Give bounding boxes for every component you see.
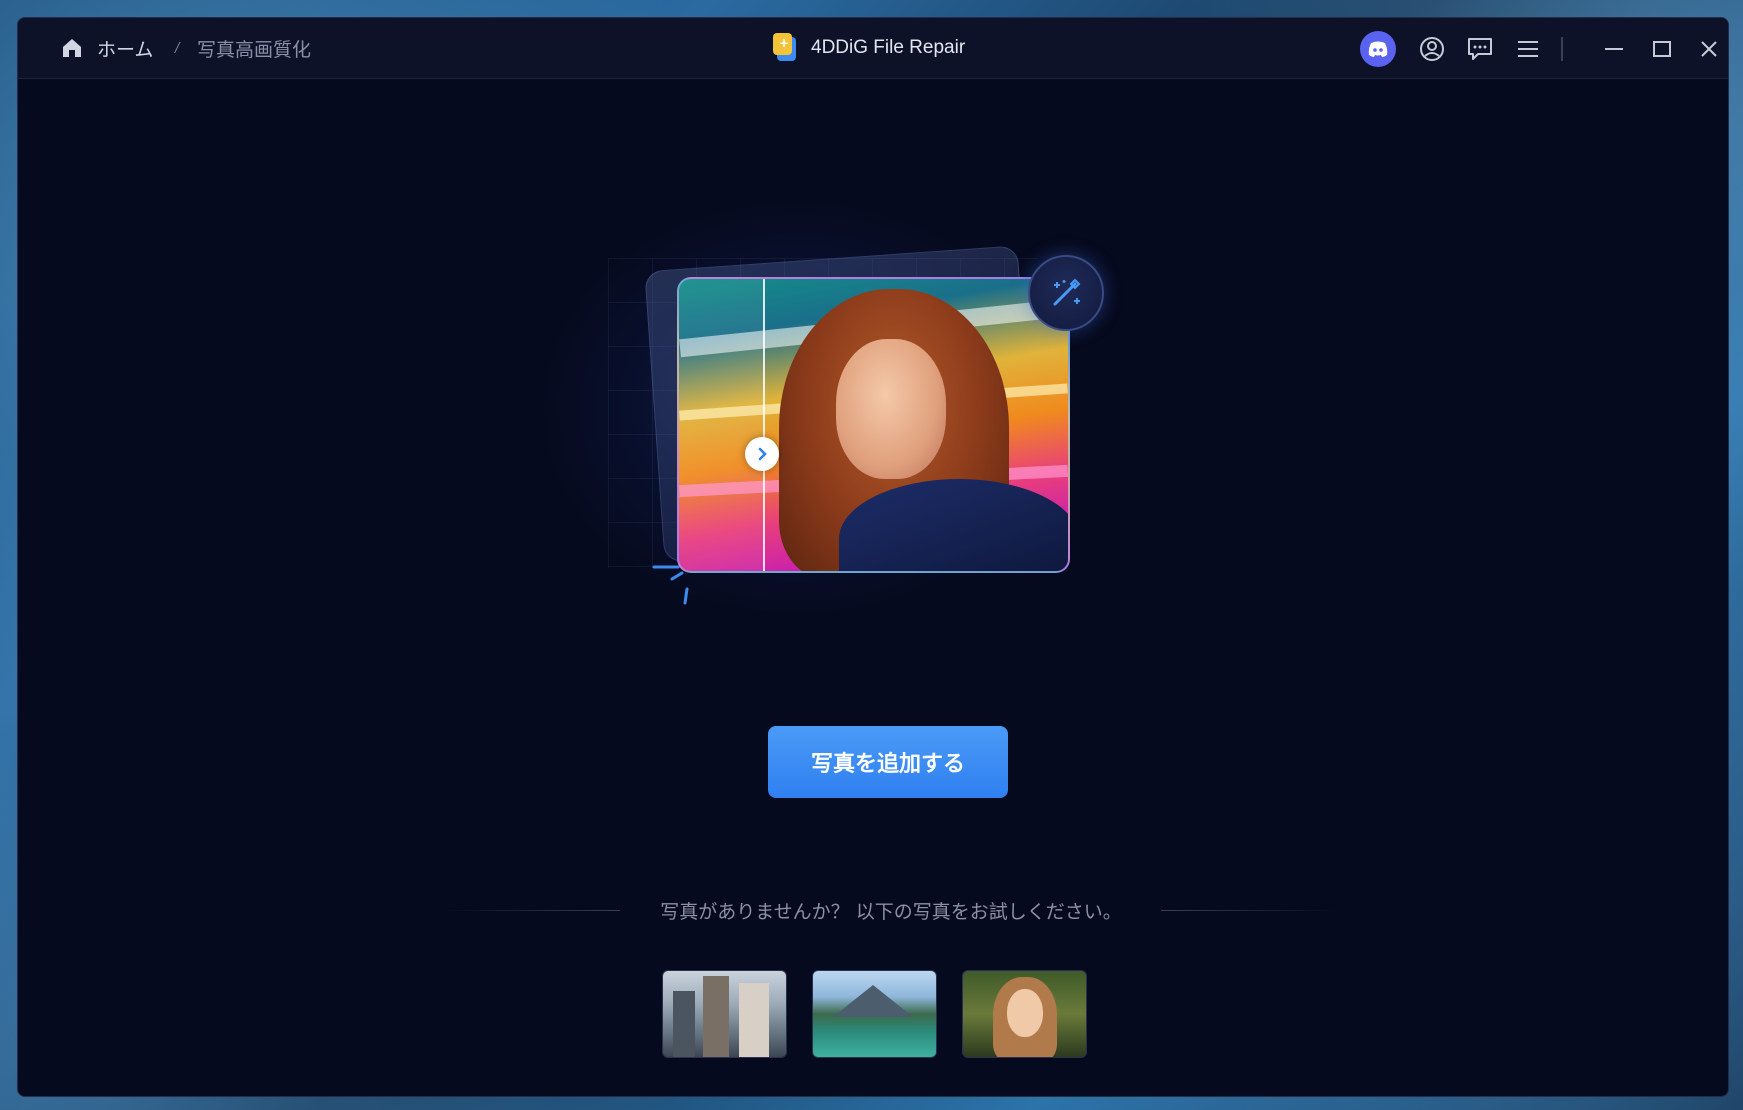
spark-lines-icon xyxy=(652,565,689,605)
chat-icon[interactable] xyxy=(1462,31,1498,67)
maximize-icon[interactable] xyxy=(1644,31,1680,67)
app-logo-icon: + xyxy=(773,33,797,63)
title-bar: ホーム / 写真高画質化 + 4DDiG File Repair xyxy=(18,18,1728,79)
minimize-icon[interactable] xyxy=(1596,31,1632,67)
add-photo-button[interactable]: 写真を追加する xyxy=(768,726,1008,798)
titlebar-divider xyxy=(1561,37,1563,61)
home-icon[interactable] xyxy=(58,18,86,78)
breadcrumb-current: 写真高画質化 xyxy=(197,38,312,61)
close-icon[interactable] xyxy=(1691,31,1727,67)
hero-photo xyxy=(677,277,1070,573)
hamburger-menu-icon[interactable] xyxy=(1510,31,1546,67)
hero-area: 写真を追加する 写真がありませんか？ 以下の写真をお試しください。 xyxy=(18,78,1728,1096)
breadcrumb-separator: / xyxy=(175,40,180,56)
magic-wand-icon xyxy=(1028,255,1104,331)
sample-thumb-city[interactable] xyxy=(662,970,787,1058)
app-title: + 4DDiG File Repair xyxy=(773,18,965,78)
divider-line-left xyxy=(443,910,620,911)
sample-thumb-lake[interactable] xyxy=(812,970,937,1058)
discord-icon[interactable] xyxy=(1360,31,1396,67)
divider-line-right xyxy=(1161,910,1338,911)
sample-thumb-portrait[interactable] xyxy=(962,970,1087,1058)
compare-divider xyxy=(763,279,765,571)
chevron-right-icon[interactable] xyxy=(745,437,779,471)
user-circle-icon[interactable] xyxy=(1414,31,1450,67)
breadcrumb-home[interactable]: ホーム xyxy=(97,18,153,78)
app-name: 4DDiG File Repair xyxy=(811,37,966,58)
app-window: ホーム / 写真高画質化 + 4DDiG File Repair 写真を追加する… xyxy=(17,17,1729,1097)
sample-prompt: 写真がありませんか？ 以下の写真をお試しください。 xyxy=(660,901,1122,923)
